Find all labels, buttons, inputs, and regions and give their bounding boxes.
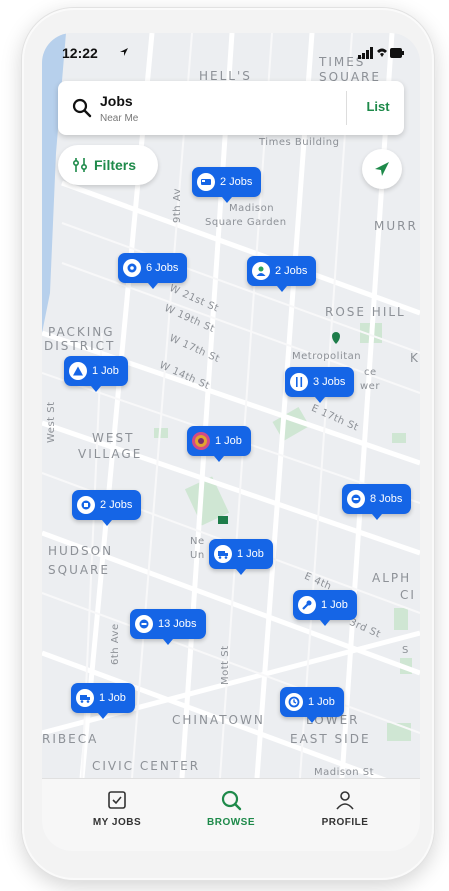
clock-icon [285, 693, 303, 711]
job-pin[interactable]: 6 Jobs [118, 253, 188, 289]
tab-label: BROWSE [207, 817, 255, 828]
map-label-mott-st: Mott St [220, 645, 231, 685]
job-pin[interactable]: 1 Job [71, 683, 135, 719]
tab-label: PROFILE [321, 817, 369, 828]
map-label-west-village-1: WEST [92, 431, 135, 445]
pin-label: 2 Jobs [275, 265, 308, 277]
map-label-chinatown: CHINATOWN [172, 713, 265, 727]
map-label-packing-2: DISTRICT [44, 339, 116, 353]
job-pin[interactable]: 2 Jobs [247, 256, 317, 292]
pin-label: 1 Job [308, 696, 335, 708]
map-label-packing-1: PACKING [48, 325, 115, 339]
map-label-9th-av: 9th Av [172, 188, 183, 223]
bed-icon [197, 173, 215, 191]
box-icon [77, 496, 95, 514]
checklist-icon [108, 791, 126, 809]
pin-label: 13 Jobs [158, 618, 197, 630]
map-label-murray: MURR [374, 219, 418, 233]
job-pin[interactable]: 13 Jobs [130, 609, 206, 645]
map-label-hudson-2: SQUARE [48, 563, 110, 577]
tab-profile[interactable]: PROFILE [295, 789, 395, 841]
pin-label: 2 Jobs [220, 176, 253, 188]
triangle-icon [69, 362, 87, 380]
bottom-tab-bar: MY JOBS BROWSE PROFILE [42, 778, 420, 851]
map-label-madison-1: Madison [229, 203, 275, 214]
search-divider [346, 91, 347, 125]
app-screen: HELL'S TIMES SQUARE Times Building Madis… [42, 33, 420, 851]
wrench-icon [298, 596, 316, 614]
location-arrow-icon [120, 48, 128, 56]
photo-avatar [192, 432, 210, 450]
search-icon [221, 790, 242, 811]
pin-label: 8 Jobs [370, 493, 403, 505]
navigation-arrow-icon [375, 162, 389, 176]
tab-my-jobs[interactable]: MY JOBS [67, 789, 167, 841]
job-pin[interactable]: 2 Jobs [192, 167, 262, 203]
map-label-6th-ave: 6th Ave [110, 623, 121, 665]
pin-label: 1 Job [321, 599, 348, 611]
truck-icon [76, 689, 94, 707]
map-label-madison-2: Square Garden [205, 217, 287, 228]
pin-label: 6 Jobs [146, 262, 179, 274]
tab-label: MY JOBS [92, 817, 142, 828]
status-icons [358, 47, 404, 59]
map-label-madison-st: Madison St [314, 767, 374, 778]
search-bar[interactable]: Jobs Near Me List [58, 81, 404, 135]
status-bar: 12:22 [42, 33, 420, 73]
job-pin[interactable]: 1 Job [64, 356, 128, 392]
pin-label: 1 Job [215, 435, 242, 447]
pin-label: 1 Job [92, 365, 119, 377]
job-pin[interactable]: 1 Job [209, 539, 273, 575]
person-icon [252, 262, 270, 280]
map-label-st-letter: S [402, 645, 409, 656]
pin-label: 1 Job [99, 692, 126, 704]
status-time: 12:22 [62, 45, 98, 61]
map-label-metropolitan-3: wer [360, 381, 380, 392]
map-label-metropolitan-1: Metropolitan [292, 351, 362, 362]
signal-icon [358, 47, 373, 59]
job-pin[interactable]: 1 Job [293, 590, 357, 626]
search-title: Jobs [100, 93, 133, 109]
job-pin[interactable]: 2 Jobs [72, 490, 142, 526]
list-view-button[interactable]: List [358, 99, 398, 114]
person-icon [336, 791, 354, 810]
utensils-icon [290, 373, 308, 391]
map-label-k: K [410, 351, 420, 365]
battery-icon [390, 48, 404, 58]
stack-icon [135, 615, 153, 633]
filters-label: Filters [94, 157, 137, 173]
map-label-east-side: EAST SIDE [290, 732, 371, 746]
map-label-un: Un [190, 550, 205, 561]
map-label-metropolitan-2: ce [364, 367, 377, 378]
map-label-ne: Ne [190, 536, 205, 547]
pin-label: 2 Jobs [100, 499, 133, 511]
stack-icon [347, 490, 365, 508]
pin-label: 3 Jobs [313, 376, 346, 388]
locate-me-button[interactable] [362, 149, 402, 189]
map-label-civic-center: CIVIC CENTER [92, 759, 201, 773]
search-icon [72, 98, 92, 118]
gear-icon [123, 259, 141, 277]
filters-button[interactable]: Filters [58, 145, 158, 185]
wifi-icon [377, 48, 387, 57]
pin-label: 1 Job [237, 548, 264, 560]
truck-icon [214, 545, 232, 563]
map-label-west-village-2: VILLAGE [78, 447, 143, 461]
sliders-icon [72, 158, 88, 172]
map-label-ribeca: RIBECA [42, 732, 99, 746]
tab-browse[interactable]: BROWSE [181, 789, 281, 841]
map-label-hudson-1: HUDSON [48, 544, 114, 558]
map-label-ci: CI [400, 588, 416, 602]
job-pin[interactable]: 1 Job [280, 687, 344, 723]
job-pin[interactable]: 3 Jobs [285, 367, 355, 403]
search-subtitle: Near Me [100, 113, 139, 124]
map-label-times-building: Times Building [259, 137, 340, 148]
map-label-alph: ALPH [372, 571, 412, 585]
job-pin[interactable]: 8 Jobs [342, 484, 412, 520]
map-label-west-st: West St [46, 401, 57, 443]
job-pin[interactable]: 1 Job [187, 426, 251, 462]
map-label-rose-hill: ROSE HILL [325, 305, 406, 319]
